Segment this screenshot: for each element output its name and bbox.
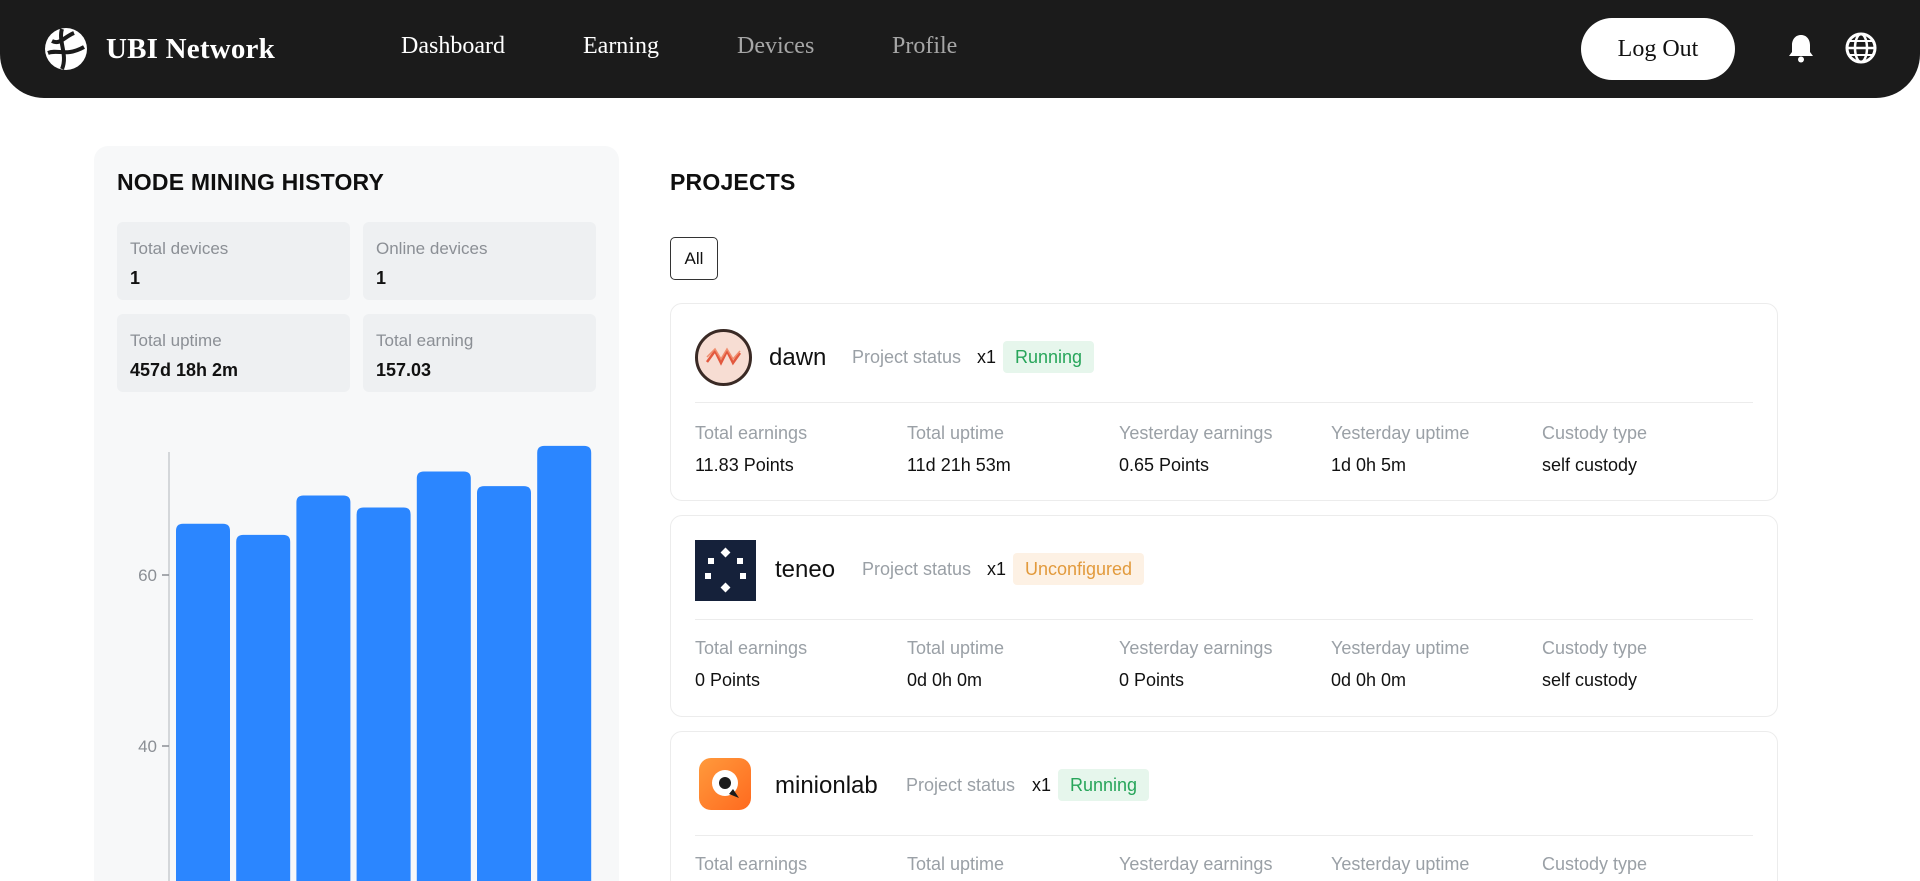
metric-custody-type: Custody type xyxy=(1542,854,1742,875)
minionlab-logo-icon xyxy=(699,758,751,810)
filter-all-button[interactable]: All xyxy=(670,237,718,280)
metric-label: Custody type xyxy=(1542,854,1648,874)
device-count: x1 xyxy=(1032,775,1052,795)
metric-value: 0.65 Points xyxy=(1119,455,1210,475)
teneo-logo-icon xyxy=(695,540,756,601)
project-name: teneo xyxy=(775,556,836,583)
card-divider xyxy=(695,619,1753,620)
metric-yesterday-earnings: Yesterday earnings xyxy=(1119,854,1319,875)
card-divider xyxy=(695,402,1753,403)
project-status-label: Project status xyxy=(862,559,972,579)
project-status-label: Project status xyxy=(852,347,962,367)
stat-value: 157.03 xyxy=(376,360,432,380)
metric-total-earnings: Total earnings xyxy=(695,854,895,875)
project-name: minionlab xyxy=(775,772,878,799)
projects-title: PROJECTS xyxy=(670,169,796,195)
panel-title: NODE MINING HISTORY xyxy=(117,169,385,195)
metric-yesterday-uptime: Yesterday uptime 1d 0h 5m xyxy=(1331,423,1531,476)
metric-total-uptime: Total uptime 0d 0h 0m xyxy=(907,638,1107,691)
project-card-teneo[interactable]: teneo Project status x1 Unconfigured Tot… xyxy=(670,515,1778,717)
metric-value: 0d 0h 0m xyxy=(907,670,983,690)
metric-yesterday-uptime: Yesterday uptime xyxy=(1331,854,1531,875)
stat-value: 1 xyxy=(376,268,387,288)
metric-label: Total earnings xyxy=(695,854,808,874)
top-navbar: UBI Network Dashboard Earning Devices Pr… xyxy=(0,0,1920,98)
device-count: x1 xyxy=(977,347,997,367)
metric-value: self custody xyxy=(1542,670,1638,690)
metric-value: 0d 0h 0m xyxy=(1331,670,1407,690)
metric-total-earnings: Total earnings 11.83 Points xyxy=(695,423,895,476)
metric-label: Total uptime xyxy=(907,638,1005,658)
project-status-label: Project status xyxy=(906,775,1016,795)
stat-total-uptime: Total uptime 457d 18h 2m xyxy=(117,314,350,392)
status-badge: Running xyxy=(1003,341,1095,373)
metric-label: Total uptime xyxy=(907,423,1005,443)
metric-yesterday-uptime: Yesterday uptime 0d 0h 0m xyxy=(1331,638,1531,691)
metric-value: 11.83 Points xyxy=(695,455,794,475)
metric-label: Custody type xyxy=(1542,638,1648,658)
metric-value: 11d 21h 53m xyxy=(907,455,1011,475)
brand[interactable]: UBI Network xyxy=(44,27,275,71)
nav-profile[interactable]: Profile xyxy=(892,33,957,60)
metric-label: Yesterday uptime xyxy=(1331,854,1470,874)
nav-earning[interactable]: Earning xyxy=(583,33,659,60)
metric-custody-type: Custody type self custody xyxy=(1542,638,1742,691)
brand-name: UBI Network xyxy=(106,32,275,65)
metric-yesterday-earnings: Yesterday earnings 0.65 Points xyxy=(1119,423,1319,476)
status-badge: Unconfigured xyxy=(1013,553,1145,585)
metric-label: Yesterday earnings xyxy=(1119,638,1273,658)
nav-devices[interactable]: Devices xyxy=(737,33,814,60)
logout-button[interactable]: Log Out xyxy=(1581,18,1735,80)
stat-value: 1 xyxy=(130,268,141,288)
stat-label: Total earning xyxy=(376,331,474,350)
metric-value: self custody xyxy=(1542,455,1638,475)
bell-icon[interactable] xyxy=(1784,31,1818,65)
project-card-minionlab[interactable]: minionlab Project status x1 Running Tota… xyxy=(670,731,1778,881)
language-globe-icon[interactable] xyxy=(1844,31,1878,65)
nav-dashboard[interactable]: Dashboard xyxy=(401,33,505,60)
metric-total-earnings: Total earnings 0 Points xyxy=(695,638,895,691)
globe-logo-icon xyxy=(45,28,87,70)
stat-label: Total uptime xyxy=(130,331,222,350)
stat-label: Total devices xyxy=(130,239,229,258)
metric-label: Yesterday uptime xyxy=(1331,638,1470,658)
metric-label: Yesterday earnings xyxy=(1119,423,1273,443)
metric-label: Yesterday earnings xyxy=(1119,854,1273,874)
metric-label: Yesterday uptime xyxy=(1331,423,1470,443)
metric-custody-type: Custody type self custody xyxy=(1542,423,1742,476)
metric-label: Total earnings xyxy=(695,423,808,443)
card-divider xyxy=(695,835,1753,836)
metric-value: 0 Points xyxy=(695,670,761,690)
status-badge: Running xyxy=(1058,769,1150,801)
project-name: dawn xyxy=(769,344,827,371)
device-count: x1 xyxy=(987,559,1007,579)
stat-value: 457d 18h 2m xyxy=(130,360,239,380)
metric-label: Custody type xyxy=(1542,423,1648,443)
metric-label: Total earnings xyxy=(695,638,808,658)
stat-total-earning: Total earning 157.03 xyxy=(363,314,596,392)
metric-value: 0 Points xyxy=(1119,670,1185,690)
metric-yesterday-earnings: Yesterday earnings 0 Points xyxy=(1119,638,1319,691)
mining-history-panel: NODE MINING HISTORY Total devices 1 Onli… xyxy=(94,146,619,881)
metric-value: 1d 0h 5m xyxy=(1331,455,1407,475)
dawn-logo-icon xyxy=(695,329,752,386)
stat-label: Online devices xyxy=(376,239,488,258)
metric-total-uptime: Total uptime xyxy=(907,854,1107,875)
metric-label: Total uptime xyxy=(907,854,1005,874)
project-card-dawn[interactable]: dawn Project status x1 Running Total ear… xyxy=(670,303,1778,501)
metric-total-uptime: Total uptime 11d 21h 53m xyxy=(907,423,1107,476)
stat-online-devices: Online devices 1 xyxy=(363,222,596,300)
stat-total-devices: Total devices 1 xyxy=(117,222,350,300)
